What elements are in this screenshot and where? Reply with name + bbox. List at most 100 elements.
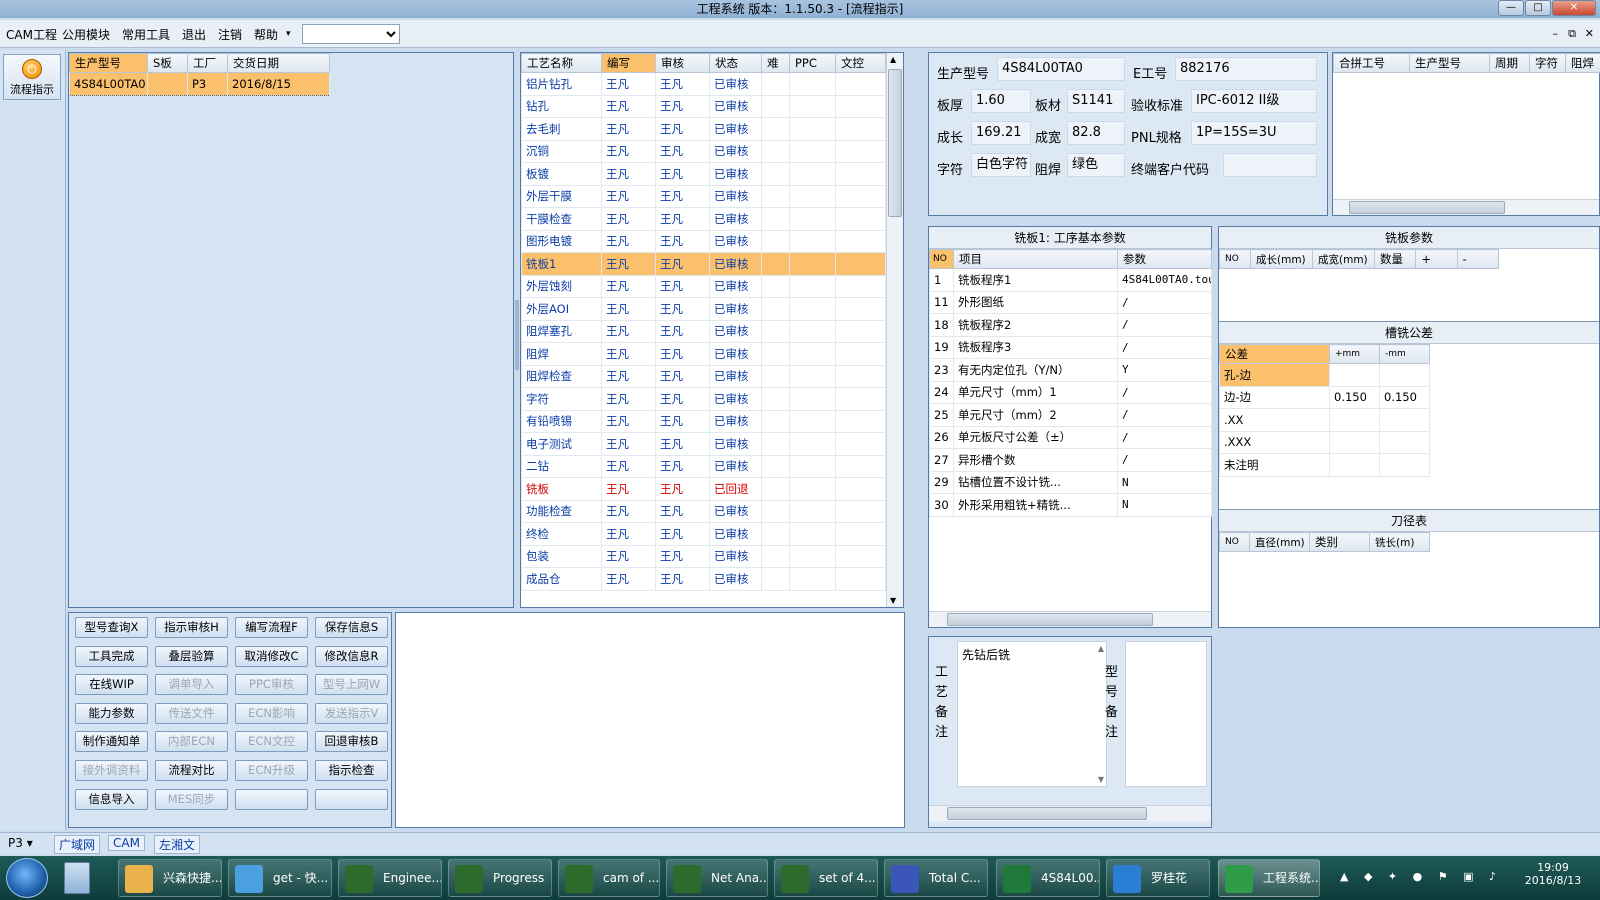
table-row[interactable]: 30 外形采用粗铣+精铣... N (929, 493, 1212, 517)
table-row[interactable]: 1 铣板程序1 4S84L00TA0.toub (929, 268, 1212, 292)
col-mill-no[interactable]: NO (1219, 249, 1251, 269)
ppc-cell[interactable] (789, 207, 836, 231)
reviewer-cell[interactable]: 王凡 (655, 297, 710, 321)
param-cell[interactable]: / (1117, 380, 1212, 404)
table-row[interactable]: 19 铣板程序3/ (929, 335, 1212, 359)
item-cell[interactable]: 铣板程序1 (953, 268, 1118, 292)
process-name-cell[interactable]: 钻孔 (521, 94, 602, 118)
thickness-field[interactable]: 1.60 (971, 89, 1031, 113)
process-name-cell[interactable]: 终检 (521, 522, 602, 546)
table-row[interactable]: 外层AOI 王凡 王凡 已审核 (521, 297, 886, 321)
reviewer-cell[interactable]: 王凡 (655, 432, 710, 456)
col-mill-qty[interactable]: 数量 (1373, 249, 1417, 269)
table-row[interactable]: 边-边 0.150 0.150 (1219, 385, 1430, 409)
process-name-cell[interactable]: 外层AOI (521, 297, 602, 321)
function-button[interactable]: 型号上网W (315, 674, 388, 696)
col-merge-mask[interactable]: 阻焊 (1565, 53, 1600, 73)
status-cell[interactable]: 已审核 (709, 139, 762, 163)
item-cell[interactable]: 外形采用粗铣+精铣... (953, 493, 1118, 517)
doc-control-cell[interactable] (835, 522, 886, 546)
menu-common-modules[interactable]: 公用模块 (62, 26, 110, 43)
ppc-cell[interactable] (789, 252, 836, 276)
item-cell[interactable]: 铣板程序2 (953, 313, 1118, 337)
ppc-cell[interactable] (789, 297, 836, 321)
doc-control-cell[interactable] (835, 499, 886, 523)
item-cell[interactable]: 铣板程序3 (953, 335, 1118, 359)
doc-control-cell[interactable] (835, 432, 886, 456)
author-cell[interactable]: 王凡 (601, 432, 656, 456)
function-button[interactable]: 保存信息S (315, 617, 388, 638)
author-cell[interactable]: 王凡 (601, 454, 656, 478)
status-cell[interactable]: 已审核 (709, 432, 762, 456)
table-row[interactable]: 终检 王凡 王凡 已审核 (521, 522, 886, 546)
author-cell[interactable]: 王凡 (601, 387, 656, 411)
scroll-thumb[interactable] (888, 69, 902, 217)
tolerance-cell[interactable]: 孔-边 (1219, 363, 1330, 387)
col-merge-char[interactable]: 字符 (1529, 53, 1566, 73)
difficulty-cell[interactable] (761, 342, 790, 366)
no-cell[interactable]: 25 (929, 403, 954, 427)
status-cell[interactable]: 已审核 (709, 274, 762, 298)
minimize-button[interactable]: — (1498, 0, 1524, 16)
doc-control-cell[interactable] (835, 184, 886, 208)
s-board-cell[interactable] (147, 72, 188, 96)
function-button[interactable]: 回退审核B (315, 731, 388, 753)
factory-cell[interactable]: P3 (187, 72, 228, 96)
item-cell[interactable]: 单元尺寸（mm）1 (953, 380, 1118, 404)
tolerance-cell[interactable]: .XX (1219, 408, 1330, 432)
ppc-cell[interactable] (789, 319, 836, 343)
tol-minus-cell[interactable] (1379, 430, 1430, 454)
col-item[interactable]: 项目 (953, 249, 1118, 269)
table-row[interactable]: 图形电镀 王凡 王凡 已审核 (521, 229, 886, 253)
table-row[interactable]: 阻焊 王凡 王凡 已审核 (521, 342, 886, 366)
ppc-cell[interactable] (789, 432, 836, 456)
doc-control-cell[interactable] (835, 364, 886, 388)
difficulty-cell[interactable] (761, 207, 790, 231)
status-cell[interactable]: 已审核 (709, 567, 762, 591)
col-status[interactable]: 状态 (709, 53, 762, 73)
doc-control-cell[interactable] (835, 454, 886, 478)
status-cell[interactable]: 已审核 (709, 522, 762, 546)
ppc-cell[interactable] (789, 117, 836, 141)
menu-combo[interactable] (302, 24, 400, 44)
ppc-cell[interactable] (789, 274, 836, 298)
function-button[interactable]: ECN升级 (235, 760, 308, 781)
tol-plus-cell[interactable] (1329, 363, 1380, 387)
col-tool-diameter[interactable]: 直径(mm) (1249, 532, 1310, 552)
reviewer-cell[interactable]: 王凡 (655, 319, 710, 343)
factory-selector[interactable]: P3 ▾ (8, 836, 33, 850)
model-field[interactable]: 4S84L00TA0 (997, 57, 1125, 81)
difficulty-cell[interactable] (761, 499, 790, 523)
mdi-minimize-icon[interactable]: – (1553, 27, 1559, 40)
ppc-cell[interactable] (789, 544, 836, 568)
function-button[interactable]: 指示审核H (155, 617, 228, 638)
author-cell[interactable]: 王凡 (601, 499, 656, 523)
status-cell[interactable]: 已审核 (709, 117, 762, 141)
mdi-restore-icon[interactable]: ⧉ (1568, 27, 1576, 41)
difficulty-cell[interactable] (761, 117, 790, 141)
process-name-cell[interactable]: 板镀 (521, 162, 602, 186)
reviewer-cell[interactable]: 王凡 (655, 207, 710, 231)
table-row[interactable]: .XX (1219, 408, 1430, 432)
author-cell[interactable]: 王凡 (601, 297, 656, 321)
doc-control-cell[interactable] (835, 229, 886, 253)
no-cell[interactable]: 26 (929, 425, 954, 449)
maximize-button[interactable]: □ (1525, 0, 1551, 16)
table-row[interactable]: 板镀 王凡 王凡 已审核 (521, 162, 886, 186)
ppc-cell[interactable] (789, 342, 836, 366)
function-button[interactable]: PPC审核 (235, 674, 308, 696)
basic-hscrollbar[interactable] (929, 611, 1211, 627)
col-mill-length[interactable]: 成长(mm) (1250, 249, 1313, 269)
function-button[interactable]: 流程对比 (155, 760, 228, 781)
status-cell[interactable]: 已审核 (709, 252, 762, 276)
col-delivery-date[interactable]: 交货日期 (227, 53, 330, 73)
table-row[interactable]: 27 异形槽个数 / (929, 448, 1212, 472)
doc-control-cell[interactable] (835, 94, 886, 118)
taskbar-button[interactable]: set of 4... (774, 859, 878, 897)
no-cell[interactable]: 27 (929, 448, 954, 472)
model-note-textarea[interactable] (1125, 641, 1207, 787)
param-cell[interactable]: / (1117, 335, 1212, 359)
taskbar-button[interactable]: Enginee... (338, 859, 442, 897)
status-cell[interactable]: 已审核 (709, 184, 762, 208)
process-name-cell[interactable]: 干膜检查 (521, 207, 602, 231)
